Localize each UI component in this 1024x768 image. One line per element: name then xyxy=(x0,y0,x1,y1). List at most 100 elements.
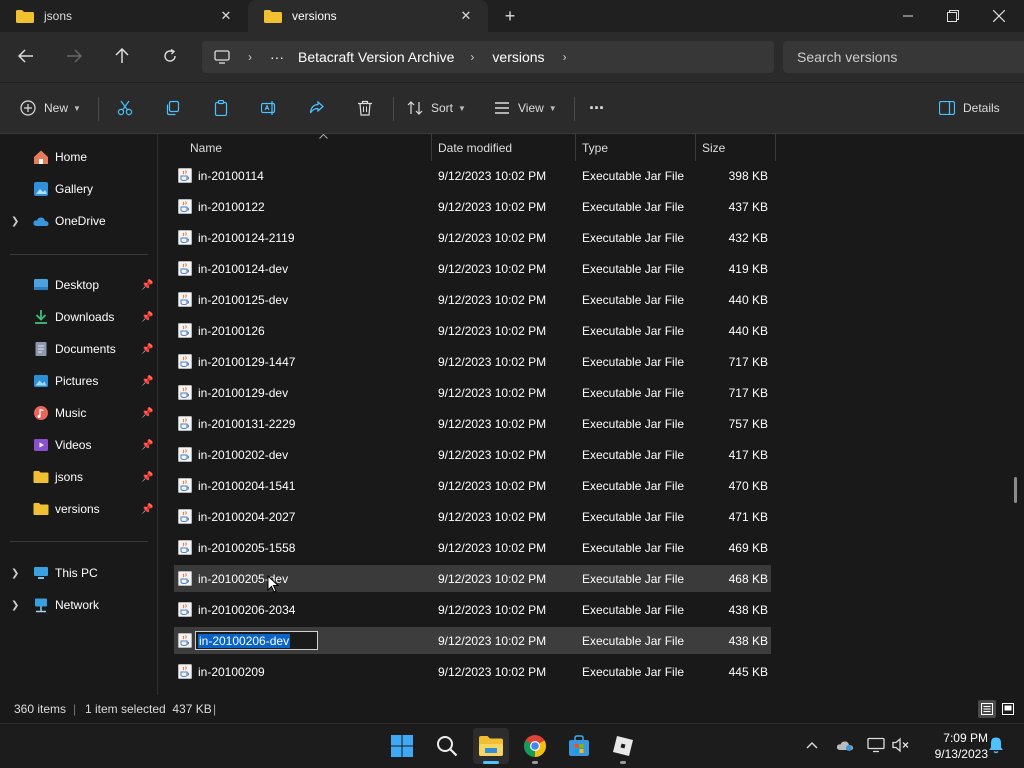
sidebar-item-desktop[interactable]: Desktop 📌 xyxy=(0,271,158,299)
file-date-modified: 9/12/2023 10:02 PM xyxy=(438,354,547,369)
pin-icon[interactable]: 📌 xyxy=(141,408,153,419)
refresh-button[interactable] xyxy=(154,42,186,70)
sidebar-item-pictures[interactable]: Pictures 📌 xyxy=(0,367,158,395)
details-view-toggle[interactable] xyxy=(978,700,996,718)
rename-input[interactable]: in-20100206-dev xyxy=(195,631,318,650)
delete-button[interactable] xyxy=(357,95,373,121)
roblox-app[interactable] xyxy=(605,728,641,764)
breadcrumb-versions[interactable]: versions xyxy=(492,41,544,73)
breadcrumb-overflow[interactable]: ··· xyxy=(270,41,284,73)
file-row[interactable]: in-20100204-2027 9/12/2023 10:02 PM Execut… xyxy=(174,503,771,530)
chevron-right-icon[interactable]: › xyxy=(470,41,474,73)
chevron-right-icon[interactable]: › xyxy=(248,41,252,73)
copy-button[interactable] xyxy=(165,95,181,121)
cut-button[interactable] xyxy=(117,95,133,121)
new-tab-button[interactable]: + xyxy=(498,6,522,26)
close-tab-icon[interactable]: ✕ xyxy=(218,8,234,24)
close-window-button[interactable] xyxy=(976,0,1022,32)
column-header-name[interactable]: Name xyxy=(175,134,432,161)
search-button[interactable] xyxy=(429,728,465,764)
breadcrumb-archive[interactable]: Betacraft Version Archive xyxy=(298,41,454,73)
file-row[interactable]: in-20100122 9/12/2023 10:02 PM Executable … xyxy=(174,193,771,220)
network-tray[interactable] xyxy=(866,735,886,755)
file-row[interactable]: in-20100206-dev 9/12/2023 10:02 PM Executa… xyxy=(174,627,771,654)
minimize-button[interactable] xyxy=(885,0,931,32)
more-options-button[interactable]: ··· xyxy=(589,95,605,121)
chevron-right-icon[interactable]: ❯ xyxy=(11,568,19,579)
pin-icon[interactable]: 📌 xyxy=(141,312,153,323)
sidebar-item-downloads[interactable]: Downloads 📌 xyxy=(0,303,158,331)
column-header-size[interactable]: Size xyxy=(696,134,776,161)
column-header-type[interactable]: Type xyxy=(576,134,696,161)
sidebar-item-versions[interactable]: versions 📌 xyxy=(0,495,158,523)
pin-icon[interactable]: 📌 xyxy=(141,472,153,483)
pin-icon[interactable]: 📌 xyxy=(141,440,153,451)
microsoft-store-app[interactable] xyxy=(561,728,597,764)
paste-button[interactable] xyxy=(213,95,229,121)
pin-icon[interactable]: 📌 xyxy=(141,344,153,355)
notifications-button[interactable] xyxy=(986,735,1006,755)
this-pc-icon[interactable] xyxy=(214,41,230,73)
file-row[interactable]: in-20100131-2229 9/12/2023 10:02 PM Execut… xyxy=(174,410,771,437)
taskbar: 7:09 PM 9/13/2023 xyxy=(0,723,1024,768)
file-row[interactable]: in-20100206-2034 9/12/2023 10:02 PM Execut… xyxy=(174,596,771,623)
new-button[interactable]: New ▼ xyxy=(20,95,81,121)
network-icon xyxy=(867,737,885,753)
sort-button[interactable]: Sort ▼ xyxy=(407,95,466,121)
breadcrumb[interactable]: › ··· Betacraft Version Archive › versio… xyxy=(202,41,774,73)
chrome-app[interactable] xyxy=(517,728,553,764)
onedrive-tray[interactable] xyxy=(835,735,855,755)
file-row[interactable]: in-20100124-dev 9/12/2023 10:02 PM Executa… xyxy=(174,255,771,282)
pin-icon[interactable]: 📌 xyxy=(141,504,153,515)
file-row[interactable]: in-20100205-1558 9/12/2023 10:02 PM Execut… xyxy=(174,534,771,561)
show-hidden-icons-button[interactable] xyxy=(802,735,822,755)
sidebar-item-network[interactable]: ❯ Network xyxy=(0,591,158,619)
sidebar-item-music[interactable]: Music 📌 xyxy=(0,399,158,427)
desktop-icon xyxy=(34,279,48,290)
divider xyxy=(98,97,99,121)
chevron-right-icon[interactable]: ❯ xyxy=(11,600,19,611)
sidebar-item-onedrive[interactable]: ❯ OneDrive xyxy=(0,207,158,235)
file-date-modified: 9/12/2023 10:02 PM xyxy=(438,199,547,214)
sidebar-item-jsons[interactable]: jsons 📌 xyxy=(0,463,158,491)
details-button[interactable]: Details xyxy=(939,95,1000,121)
sidebar-item-documents[interactable]: Documents 📌 xyxy=(0,335,158,363)
clock[interactable]: 7:09 PM 9/13/2023 xyxy=(918,730,988,762)
back-button[interactable] xyxy=(10,42,42,70)
file-row[interactable]: in-20100205-dev 9/12/2023 10:02 PM Executa… xyxy=(174,565,771,593)
file-row[interactable]: in-20100209 9/12/2023 10:02 PM Executable … xyxy=(174,658,771,685)
share-button[interactable] xyxy=(309,95,325,121)
file-row[interactable]: in-20100204-1541 9/12/2023 10:02 PM Execut… xyxy=(174,472,771,499)
tiles-view-toggle[interactable] xyxy=(999,700,1017,718)
chevron-right-icon[interactable]: ❯ xyxy=(11,216,19,227)
close-tab-icon[interactable]: ✕ xyxy=(458,8,474,24)
forward-button[interactable] xyxy=(58,42,90,70)
pin-icon[interactable]: 📌 xyxy=(141,376,153,387)
sidebar-item-gallery[interactable]: Gallery xyxy=(0,175,158,203)
column-header-date-modified[interactable]: Date modified xyxy=(432,134,576,161)
pin-icon[interactable]: 📌 xyxy=(141,280,153,291)
rename-button[interactable] xyxy=(261,95,277,121)
up-button[interactable] xyxy=(106,42,138,70)
sidebar-item-home[interactable]: Home xyxy=(0,143,158,171)
vertical-scrollbar[interactable] xyxy=(1014,477,1017,503)
file-explorer-app[interactable] xyxy=(473,728,509,764)
file-row[interactable]: in-20100124-2119 9/12/2023 10:02 PM Execut… xyxy=(174,224,771,251)
chevron-right-icon[interactable]: › xyxy=(563,41,567,73)
tab-jsons[interactable]: jsons ✕ xyxy=(0,0,248,32)
file-row[interactable]: in-20100129-dev 9/12/2023 10:02 PM Executa… xyxy=(174,379,771,406)
maximize-button[interactable] xyxy=(930,0,976,32)
view-button[interactable]: View ▼ xyxy=(494,95,557,121)
search-input[interactable]: Search versions xyxy=(783,41,1024,73)
sidebar-item-videos[interactable]: Videos 📌 xyxy=(0,431,158,459)
file-row[interactable]: in-20100126 9/12/2023 10:02 PM Executable … xyxy=(174,317,771,344)
file-row[interactable]: in-20100114 9/12/2023 10:02 PM Executable … xyxy=(174,162,771,189)
start-button[interactable] xyxy=(384,728,420,764)
volume-tray[interactable] xyxy=(891,735,911,755)
tab-versions[interactable]: versions ✕ xyxy=(248,0,488,32)
file-row[interactable]: in-20100129-1447 9/12/2023 10:02 PM Execut… xyxy=(174,348,771,375)
file-size: 419 KB xyxy=(728,261,768,276)
file-row[interactable]: in-20100202-dev 9/12/2023 10:02 PM Executa… xyxy=(174,441,771,468)
sidebar-item-this-pc[interactable]: ❯ This PC xyxy=(0,559,158,587)
file-row[interactable]: in-20100125-dev 9/12/2023 10:02 PM Executa… xyxy=(174,286,771,313)
